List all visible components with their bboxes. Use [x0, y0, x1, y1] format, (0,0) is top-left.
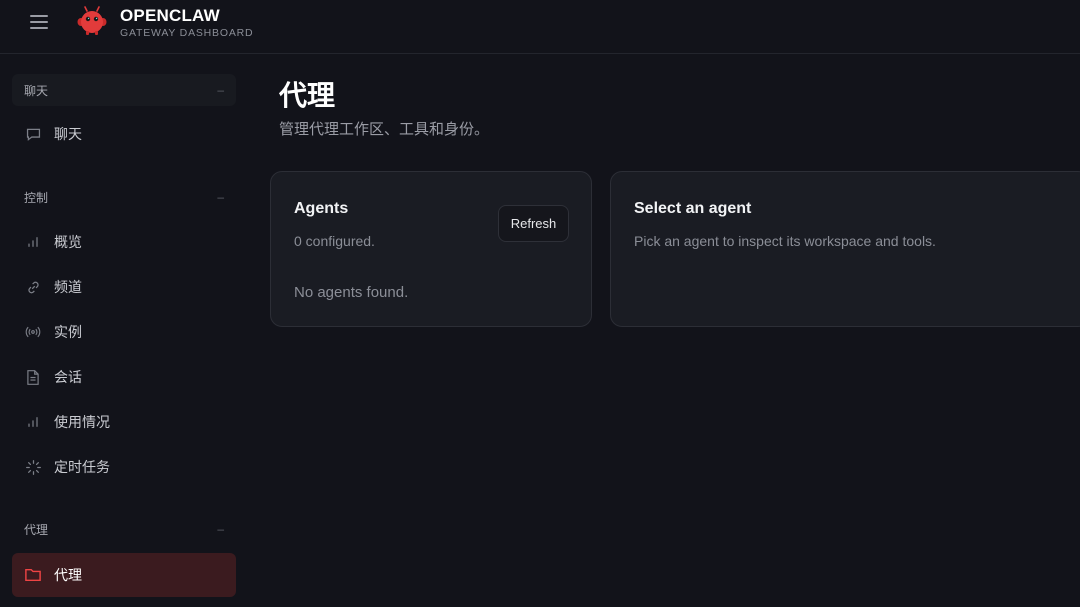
sidebar-item-label: 概览 — [54, 234, 82, 250]
brand-title: OPENCLAW — [120, 6, 220, 25]
sidebar-item-label: 定时任务 — [54, 459, 110, 475]
document-icon — [24, 368, 42, 386]
bar-chart-icon — [24, 233, 42, 251]
sidebar-item-label: 频道 — [54, 279, 82, 295]
agent-detail-title: Select an agent — [634, 200, 752, 217]
loader-icon — [24, 458, 42, 476]
section-label: 代理 — [24, 522, 49, 537]
sidebar-item-label: 使用情况 — [54, 414, 110, 430]
collapse-icon[interactable]: – — [217, 522, 224, 536]
agent-detail-card: Select an agent Pick an agent to inspect… — [610, 171, 1080, 327]
sidebar-item-label: 会话 — [54, 369, 82, 385]
sidebar-section-chat[interactable]: 聊天 – — [12, 74, 236, 106]
sidebar-item-usage[interactable]: 使用情况 — [12, 401, 236, 443]
page-subtitle: 管理代理工作区、工具和身份。 — [279, 121, 490, 138]
sidebar: 聊天 – 聊天 控制 – 概览 频道 实例 会话 使用情况 定时任务 代理 – … — [0, 55, 250, 607]
sidebar-item-label: 聊天 — [54, 126, 82, 142]
broadcast-icon — [24, 323, 42, 341]
bar-chart-icon — [24, 413, 42, 431]
section-label: 聊天 — [24, 83, 49, 98]
page-title: 代理 — [279, 80, 336, 111]
brand-subtitle: GATEWAY DASHBOARD — [120, 27, 254, 39]
sidebar-item-agents[interactable]: 代理 — [12, 553, 236, 597]
sidebar-item-label: 实例 — [54, 324, 82, 340]
sidebar-section-agents[interactable]: 代理 – — [12, 513, 236, 545]
collapse-icon[interactable]: – — [217, 190, 224, 204]
sidebar-item-overview[interactable]: 概览 — [12, 221, 236, 263]
sidebar-item-cron-jobs[interactable]: 定时任务 — [12, 446, 236, 488]
agents-empty-state: No agents found. — [294, 284, 409, 301]
agents-count: 0 configured. — [294, 233, 375, 249]
sidebar-section-control[interactable]: 控制 – — [12, 181, 236, 213]
openclaw-logo-icon — [77, 6, 107, 35]
agents-card: Agents 0 configured. Refresh No agents f… — [270, 171, 592, 327]
sidebar-item-label: 代理 — [54, 567, 82, 583]
sidebar-item-channels[interactable]: 频道 — [12, 266, 236, 308]
sidebar-item-chat[interactable]: 聊天 — [12, 113, 236, 155]
sidebar-item-instances[interactable]: 实例 — [12, 311, 236, 353]
top-bar: OPENCLAW GATEWAY DASHBOARD — [0, 0, 1080, 54]
chat-bubble-icon — [24, 125, 42, 143]
folder-icon — [24, 566, 42, 584]
agent-detail-hint: Pick an agent to inspect its workspace a… — [634, 233, 936, 249]
refresh-button[interactable]: Refresh — [498, 205, 569, 242]
agents-card-title: Agents — [294, 200, 349, 217]
collapse-icon[interactable]: – — [217, 83, 224, 97]
section-label: 控制 — [24, 190, 49, 205]
hamburger-icon[interactable] — [30, 12, 52, 32]
sidebar-item-sessions[interactable]: 会话 — [12, 356, 236, 398]
link-icon — [24, 278, 42, 296]
